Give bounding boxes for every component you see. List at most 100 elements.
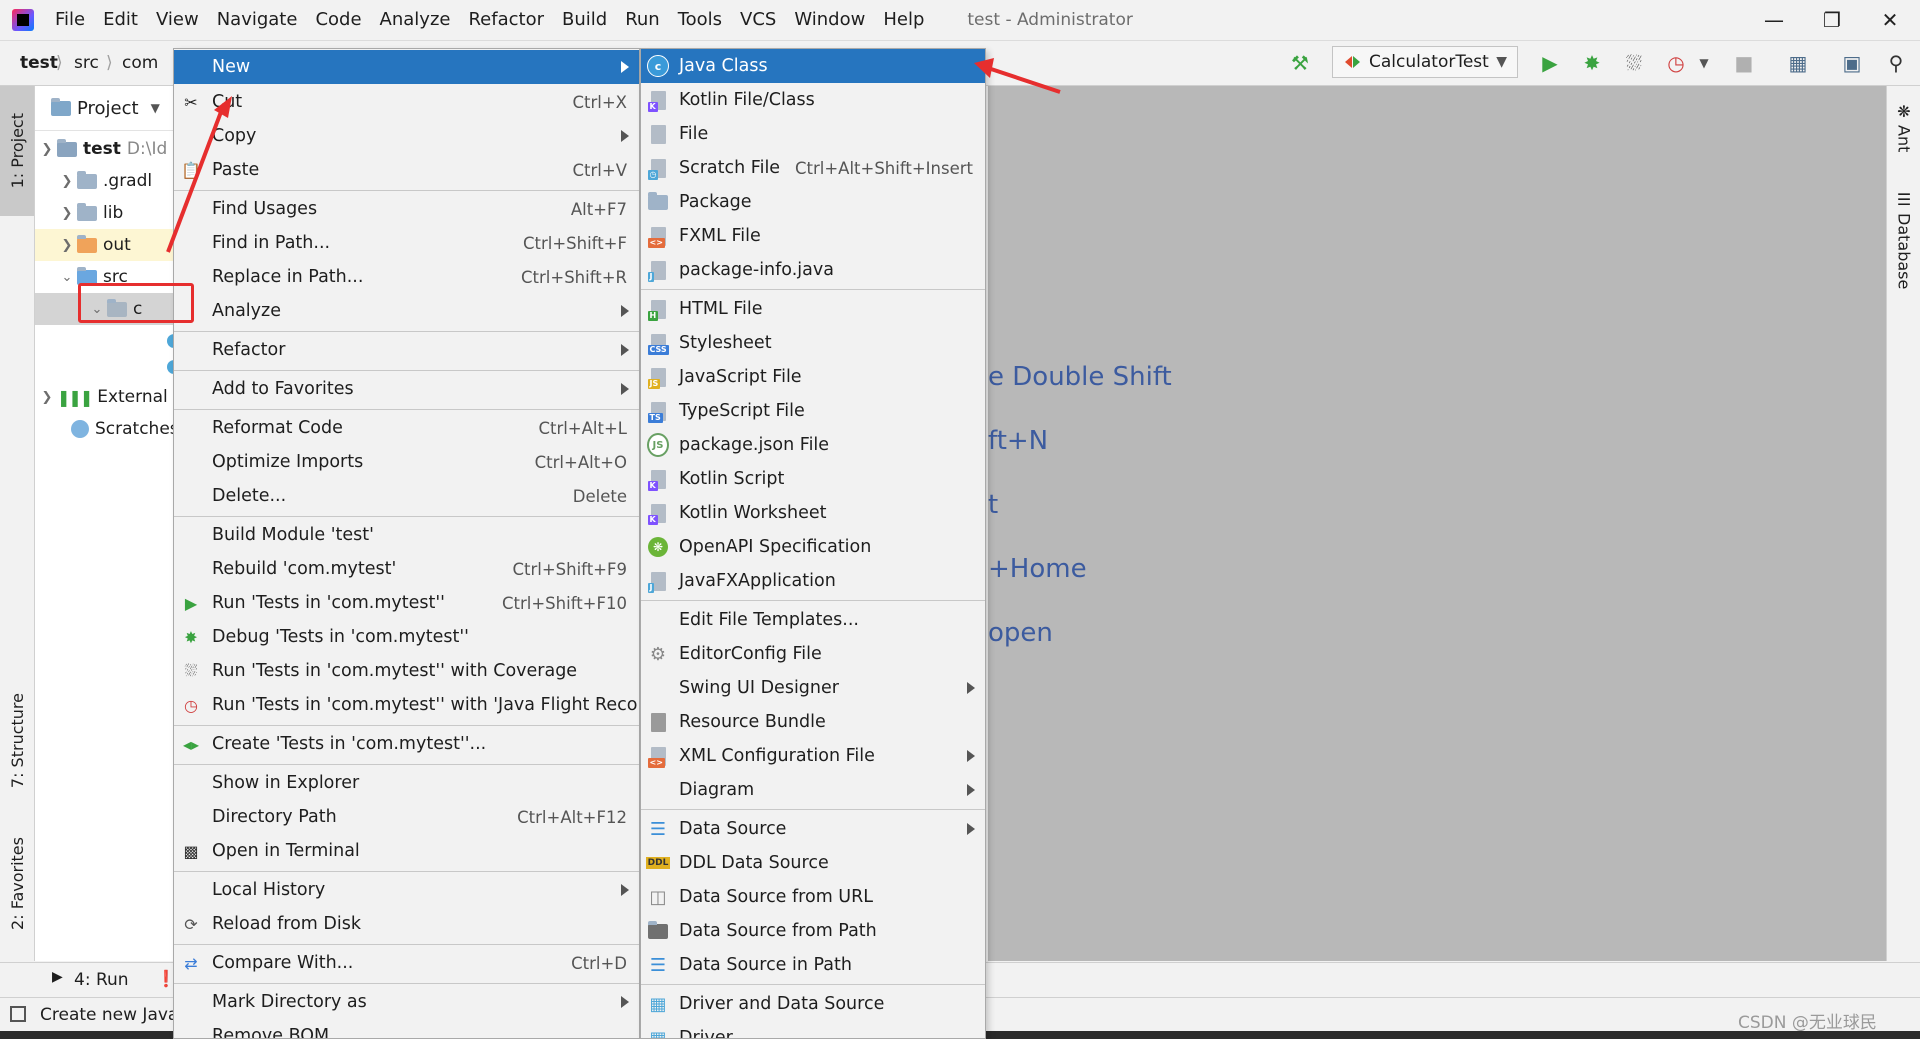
breadcrumb-test[interactable]: test (20, 41, 58, 85)
tree-item-scratches[interactable]: Scratches (35, 413, 173, 445)
menu-navigate[interactable]: Navigate (208, 0, 307, 40)
menu-item-new[interactable]: New (174, 50, 639, 84)
menu-item-fxml-file[interactable]: <> FXML File (641, 219, 985, 253)
menu-item-ddl-data-source[interactable]: DDL DDL Data Source (641, 846, 985, 880)
close-button[interactable]: ✕ (1862, 0, 1918, 40)
menu-item-diagram[interactable]: Diagram (641, 773, 985, 807)
menu-file[interactable]: File (46, 0, 94, 40)
menu-item-editorconfig-file[interactable]: ⚙ EditorConfig File (641, 637, 985, 671)
tree-item-out[interactable]: ❯ out (35, 229, 173, 261)
menu-run[interactable]: Run (616, 0, 669, 40)
menu-item-local-history[interactable]: Local History (174, 873, 639, 907)
menu-item-kotlin-file-class[interactable]: K Kotlin File/Class (641, 83, 985, 117)
menu-build[interactable]: Build (553, 0, 616, 40)
menu-help[interactable]: Help (874, 0, 933, 40)
menu-item-kotlin-script[interactable]: K Kotlin Script (641, 462, 985, 496)
search-icon[interactable]: ⚲ (1882, 49, 1910, 77)
minimize-button[interactable]: — (1746, 0, 1802, 40)
breadcrumb-src[interactable]: src (74, 41, 99, 85)
menu-item-kotlin-worksheet[interactable]: K Kotlin Worksheet (641, 496, 985, 530)
menu-item-debug-tests[interactable]: ✸ Debug 'Tests in 'com.mytest'' (174, 620, 639, 654)
menu-item-build-module[interactable]: Build Module 'test' (174, 518, 639, 552)
tree-item-lib[interactable]: ❯ lib (35, 197, 173, 229)
menu-item-package-info[interactable]: J package-info.java (641, 253, 985, 287)
menu-item-find-usages[interactable]: Find Usages Alt+F7 (174, 192, 639, 226)
menu-item-package-json-file[interactable]: JS package.json File (641, 428, 985, 462)
menu-item-run-with-jfr[interactable]: ◷ Run 'Tests in 'com.mytest'' with 'Java … (174, 688, 639, 722)
menu-item-delete[interactable]: Delete... Delete (174, 479, 639, 513)
menu-item-resource-bundle[interactable]: Resource Bundle (641, 705, 985, 739)
menu-code[interactable]: Code (306, 0, 370, 40)
tree-item-external-libraries[interactable]: ❯ ❚❚❚ External L (35, 381, 173, 413)
menu-item-javafx-application[interactable]: J JavaFXApplication (641, 564, 985, 598)
menu-refactor[interactable]: Refactor (459, 0, 553, 40)
tab-database[interactable]: ☰ Database (1887, 186, 1920, 289)
menu-item-package[interactable]: Package (641, 185, 985, 219)
menu-item-data-source-in-path[interactable]: ☰ Data Source in Path (641, 948, 985, 982)
menu-item-javascript-file[interactable]: JS JavaScript File (641, 360, 985, 394)
menu-item-refactor[interactable]: Refactor (174, 333, 639, 367)
tab-structure[interactable]: 7: Structure (0, 681, 34, 801)
menu-view[interactable]: View (147, 0, 208, 40)
menu-item-reformat-code[interactable]: Reformat Code Ctrl+Alt+L (174, 411, 639, 445)
breadcrumb-com[interactable]: com (122, 41, 158, 85)
menu-item-edit-file-templates[interactable]: Edit File Templates... (641, 603, 985, 637)
menu-item-paste[interactable]: 📋 Paste Ctrl+V (174, 153, 639, 187)
menu-item-open-in-terminal[interactable]: ▩ Open in Terminal (174, 834, 639, 868)
menu-item-swing-ui-designer[interactable]: Swing UI Designer (641, 671, 985, 705)
menu-item-mark-directory-as[interactable]: Mark Directory as (174, 985, 639, 1019)
menu-item-typescript-file[interactable]: TS TypeScript File (641, 394, 985, 428)
tab-project[interactable]: 1: Project (0, 86, 34, 216)
tab-ant[interactable]: ❋ Ant (1887, 98, 1920, 152)
menu-item-remove-bom[interactable]: Remove BOM (174, 1019, 639, 1038)
menu-item-driver[interactable]: ▦ Driver (641, 1021, 985, 1039)
restore-button[interactable]: ❐ (1804, 0, 1860, 40)
coverage-icon[interactable]: ⛆ (1620, 49, 1648, 77)
menu-item-xml-configuration-file[interactable]: <> XML Configuration File (641, 739, 985, 773)
menu-edit[interactable]: Edit (94, 0, 147, 40)
run-configuration-dropdown[interactable]: CalculatorTest ▼ (1332, 46, 1518, 78)
menu-item-html-file[interactable]: H HTML File (641, 292, 985, 326)
menu-item-find-in-path[interactable]: Find in Path... Ctrl+Shift+F (174, 226, 639, 260)
menu-item-add-to-favorites[interactable]: Add to Favorites (174, 372, 639, 406)
menu-item-file[interactable]: File (641, 117, 985, 151)
menu-item-data-source-from-path[interactable]: Data Source from Path (641, 914, 985, 948)
menu-item-scratch-file[interactable]: ◷ Scratch File Ctrl+Alt+Shift+Insert (641, 151, 985, 185)
menu-vcs[interactable]: VCS (731, 0, 785, 40)
tab-favorites[interactable]: 2: Favorites (0, 828, 34, 938)
menu-item-analyze[interactable]: Analyze (174, 294, 639, 328)
menu-item-rebuild[interactable]: Rebuild 'com.mytest' Ctrl+Shift+F9 (174, 552, 639, 586)
menu-item-replace-in-path[interactable]: Replace in Path... Ctrl+Shift+R (174, 260, 639, 294)
menu-item-cut[interactable]: ✂ Cut Ctrl+X (174, 85, 639, 119)
menu-item-java-class[interactable]: c Java Class (641, 49, 985, 83)
menu-analyze[interactable]: Analyze (371, 0, 460, 40)
project-structure-icon[interactable]: ▦ (1784, 49, 1812, 77)
menu-item-stylesheet[interactable]: CSS Stylesheet (641, 326, 985, 360)
menu-item-compare-with[interactable]: ⇄ Compare With... Ctrl+D (174, 946, 639, 980)
stop-icon[interactable]: ■ (1730, 49, 1758, 77)
chevron-down-icon[interactable]: ▼ (1690, 49, 1718, 77)
tree-item-gradle[interactable]: ❯ .gradl (35, 165, 173, 197)
menu-item-data-source-from-url[interactable]: ◫ Data Source from URL (641, 880, 985, 914)
run-icon[interactable]: ▶ (1536, 49, 1564, 77)
menu-item-copy[interactable]: Copy (174, 119, 639, 153)
menu-item-driver-and-data-source[interactable]: ▦ Driver and Data Source (641, 987, 985, 1021)
menu-item-run-tests[interactable]: ▶ Run 'Tests in 'com.mytest'' Ctrl+Shift+F… (174, 586, 639, 620)
tree-item-class[interactable] (35, 351, 173, 383)
profiler-icon[interactable]: ◷ (1662, 49, 1690, 77)
menu-tools[interactable]: Tools (669, 0, 731, 40)
menu-item-show-in-explorer[interactable]: Show in Explorer (174, 766, 639, 800)
menu-item-run-with-coverage[interactable]: ⛆ Run 'Tests in 'com.mytest'' with Covera… (174, 654, 639, 688)
menu-item-data-source[interactable]: ☰ Data Source (641, 812, 985, 846)
menu-item-directory-path[interactable]: Directory Path Ctrl+Alt+F12 (174, 800, 639, 834)
terminal-window-icon[interactable]: ▣ (1838, 49, 1866, 77)
build-hammer-icon[interactable]: ⚒ (1286, 49, 1314, 77)
tree-item-test[interactable]: ❯ test D:\Id (35, 133, 173, 165)
menu-item-openapi-specification[interactable]: ❋ OpenAPI Specification (641, 530, 985, 564)
menu-item-optimize-imports[interactable]: Optimize Imports Ctrl+Alt+O (174, 445, 639, 479)
tab-run[interactable]: 4: Run (74, 963, 129, 997)
menu-item-reload-from-disk[interactable]: ⟳ Reload from Disk (174, 907, 639, 941)
debug-bug-icon[interactable]: ✸ (1578, 49, 1606, 77)
menu-window[interactable]: Window (785, 0, 874, 40)
status-toggle-icon[interactable] (10, 1006, 26, 1022)
